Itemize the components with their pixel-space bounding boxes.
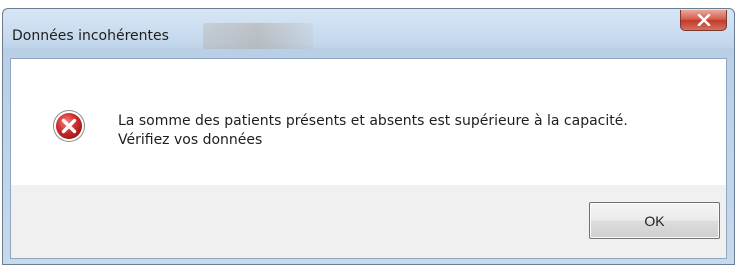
message-area: La somme des patients présents et absent… [11,59,726,185]
error-message-line-2: Vérifiez vos données [118,132,263,148]
error-message: La somme des patients présents et absent… [118,112,628,150]
error-message-line-1: La somme des patients présents et absent… [118,113,628,129]
dialog-window: Données incohérentes La somme des patien… [2,8,735,265]
close-button[interactable] [680,10,727,31]
dialog-title: Données incohérentes [12,28,169,44]
title-bar-glass-reflection [203,23,313,49]
title-bar[interactable]: Données incohérentes [3,9,734,56]
ok-button[interactable]: OK [589,202,720,239]
close-icon [697,14,710,26]
error-icon [53,110,85,142]
dialog-client-area: La somme des patients présents et absent… [10,58,727,259]
